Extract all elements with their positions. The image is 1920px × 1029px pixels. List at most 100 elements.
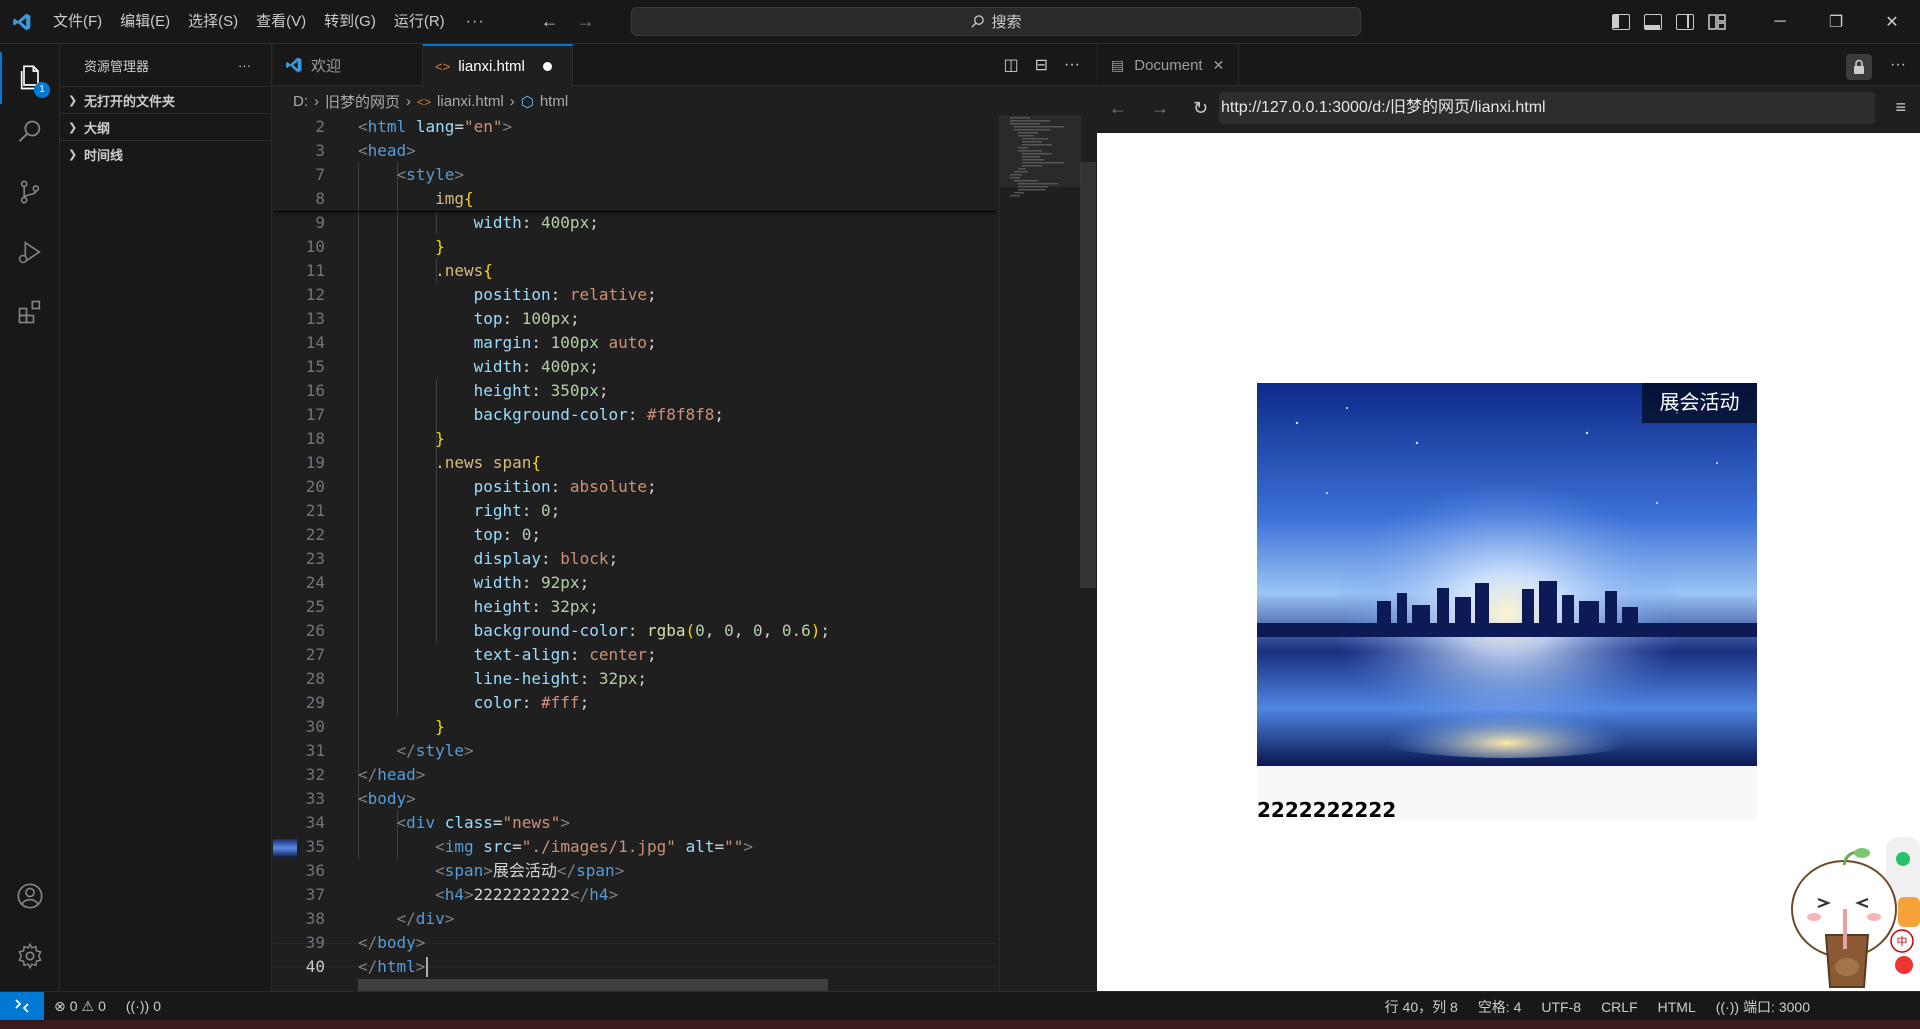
section-no-folder[interactable]: ❯ 无打开的文件夹: [60, 86, 271, 113]
ime-indicator: 中: [1897, 935, 1908, 948]
line-number: 33: [305, 789, 325, 808]
port-label: 端口: 3000: [1743, 998, 1810, 1015]
preview-more-actions-icon[interactable]: ···: [1890, 44, 1906, 86]
line-number: 38: [305, 909, 325, 928]
menu-go[interactable]: 转到(G): [315, 0, 385, 44]
tab-lianxi-html[interactable]: <> lianxi.html: [423, 44, 573, 87]
line-number: 30: [305, 717, 325, 736]
explorer-icon[interactable]: 1: [0, 52, 60, 104]
code-line: 13 top: 100px;: [273, 307, 996, 331]
language-mode[interactable]: HTML: [1648, 999, 1706, 1015]
line-number: 22: [305, 525, 325, 544]
code-line: 11 .news{: [273, 259, 996, 283]
html-icon: <>: [417, 94, 432, 109]
extensions-icon[interactable]: [0, 286, 60, 338]
menu-edit[interactable]: 编辑(E): [111, 0, 179, 44]
remote-indicator-icon[interactable]: [0, 991, 44, 1021]
cursor-position[interactable]: 行 40，列 8: [1375, 997, 1468, 1017]
news-title: 2222222222: [1257, 798, 1397, 822]
line-number: 21: [305, 501, 325, 520]
command-center-placeholder: 搜索: [991, 14, 1022, 31]
line-number: 32: [305, 765, 325, 784]
line-number: 3: [315, 141, 325, 160]
code-line: 40 </html>: [273, 955, 996, 979]
chevron-right-icon: ›: [509, 93, 515, 110]
code-line: 21 right: 0;: [273, 499, 996, 523]
section-label: 时间线: [84, 147, 124, 163]
back-arrow-icon[interactable]: ←: [541, 11, 559, 32]
section-outline[interactable]: ❯ 大纲: [60, 113, 271, 140]
toggle-panel-icon[interactable]: [1644, 14, 1662, 30]
hamburger-menu-icon[interactable]: ≡: [1895, 97, 1906, 118]
restore-button[interactable]: ❐: [1808, 0, 1864, 44]
problems-indicator[interactable]: ⊗ 0 ⚠ 0: [44, 998, 116, 1015]
explorer-title: 资源管理器: [84, 58, 150, 74]
forward-arrow-icon[interactable]: →: [577, 11, 595, 32]
code-editor[interactable]: 2 <html lang="en"> 3 <head> 7 <style> 8 im…: [273, 115, 1096, 991]
toggle-primary-sidebar-icon[interactable]: [1612, 14, 1630, 30]
taskbar-edge: [0, 1020, 1920, 1029]
tab-document-preview[interactable]: ▤ Document ✕: [1097, 44, 1240, 86]
explorer-sidebar: 资源管理器 ··· ❯ 无打开的文件夹 ❯ 大纲 ❯ 时间线: [60, 44, 272, 991]
line-number: 15: [305, 357, 325, 376]
breadcrumb-folder[interactable]: 旧梦的网页: [325, 91, 400, 112]
menu-run[interactable]: 运行(R): [385, 0, 454, 44]
line-number: 14: [305, 333, 325, 352]
horizontal-scrollbar[interactable]: [358, 979, 828, 991]
breadcrumb-symbol[interactable]: html: [540, 93, 568, 110]
section-timeline[interactable]: ❯ 时间线: [60, 140, 271, 167]
minimize-button[interactable]: ─: [1752, 0, 1808, 44]
code-line: 27 text-align: center;: [273, 643, 996, 667]
run-debug-icon[interactable]: [0, 226, 60, 278]
title-bar: 文件(F) 编辑(E) 选择(S) 查看(V) 转到(G) 运行(R) ··· …: [0, 0, 1920, 44]
source-control-icon[interactable]: [0, 166, 60, 218]
vertical-scrollbar[interactable]: [1080, 162, 1096, 588]
explorer-badge: 1: [34, 82, 50, 98]
menu-file[interactable]: 文件(F): [44, 0, 111, 44]
minimap-slider[interactable]: [1000, 115, 1081, 187]
code-line: 9 width: 400px;: [273, 211, 996, 235]
account-icon[interactable]: [0, 870, 60, 922]
explorer-more-button[interactable]: ···: [238, 58, 251, 73]
close-icon[interactable]: ✕: [1213, 57, 1225, 74]
line-number: 31: [305, 741, 325, 760]
search-icon[interactable]: [0, 106, 60, 158]
preview-viewport: 展会活动 2222222222 中: [1097, 133, 1920, 991]
line-number: 12: [305, 285, 325, 304]
menu-view[interactable]: 查看(V): [247, 0, 315, 44]
end-of-line[interactable]: CRLF: [1591, 999, 1648, 1015]
code-line: 34 <div class="news">: [273, 811, 996, 835]
code-line: 37 <h4>2222222222</h4>: [273, 883, 996, 907]
news-card: 展会活动 2222222222: [1257, 383, 1757, 822]
menu-selection[interactable]: 选择(S): [179, 0, 247, 44]
breadcrumb-drive[interactable]: D:: [293, 93, 308, 110]
live-server-port[interactable]: ((·)) 端口: 3000: [1706, 997, 1820, 1017]
encoding[interactable]: UTF-8: [1531, 999, 1591, 1015]
unsaved-dot-icon[interactable]: [542, 62, 552, 71]
breadcrumb-file[interactable]: lianxi.html: [437, 93, 504, 110]
toggle-secondary-sidebar-icon[interactable]: [1676, 14, 1694, 30]
ports-indicator[interactable]: ((·)) 0: [116, 998, 171, 1014]
close-button[interactable]: ✕: [1864, 0, 1920, 44]
preview-forward-icon[interactable]: →: [1151, 98, 1181, 119]
tab-welcome[interactable]: 欢迎: [273, 44, 423, 86]
code-line: 17 background-color: #f8f8f8;: [273, 403, 996, 427]
open-preview-icon[interactable]: ◫: [1003, 55, 1018, 75]
line-number: 40: [305, 957, 325, 976]
menu-more-button[interactable]: ···: [454, 13, 497, 31]
mascot-assistant-icon[interactable]: 中: [1786, 837, 1920, 991]
preview-back-icon[interactable]: ←: [1109, 98, 1139, 119]
command-center-search[interactable]: 搜索: [631, 7, 1361, 36]
text-cursor: [426, 957, 428, 977]
line-number: 37: [305, 885, 325, 904]
chevron-right-icon: ›: [406, 93, 412, 110]
indentation[interactable]: 空格: 4: [1468, 997, 1532, 1017]
split-editor-icon[interactable]: ⊟: [1035, 55, 1048, 75]
line-number: 17: [305, 405, 325, 424]
code-line: 8 img{: [273, 187, 996, 211]
customize-layout-icon[interactable]: [1708, 14, 1726, 30]
url-input[interactable]: http://127.0.0.1:3000/d:/旧梦的网页/lianxi.ht…: [1219, 92, 1875, 124]
lock-group-icon[interactable]: [1846, 54, 1872, 80]
settings-gear-icon[interactable]: [0, 930, 60, 982]
more-actions-icon[interactable]: ···: [1064, 56, 1080, 74]
